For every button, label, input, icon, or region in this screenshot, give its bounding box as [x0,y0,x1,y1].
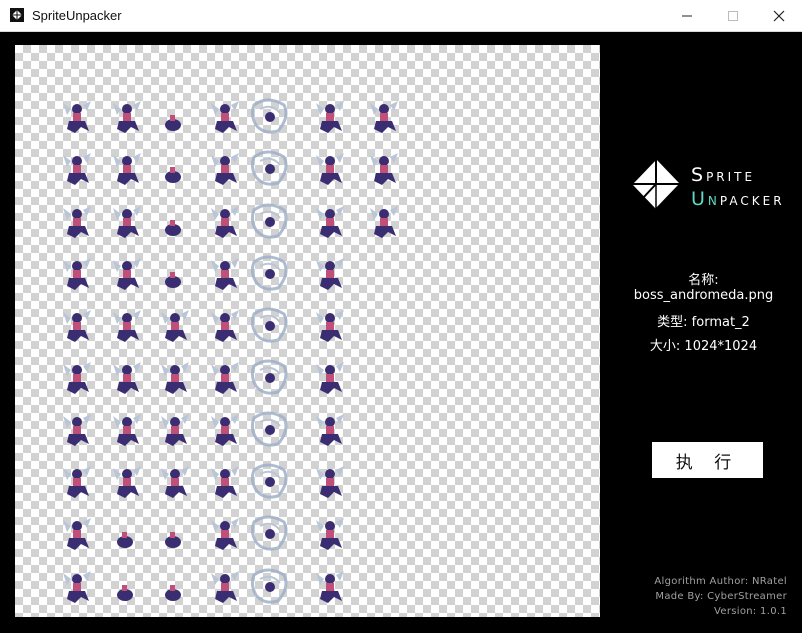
sprite-frame [211,206,239,238]
sprite-frame [316,414,344,446]
sprite-frame [316,153,344,185]
side-panel: SPRITE UNPACKER 名称: boss_andromeda.png 类… [605,32,802,633]
sprite-frame [63,414,91,446]
sprite-frame [63,571,91,603]
sprite-frame [63,518,91,550]
sprite-frame [316,571,344,603]
sprite-frame [316,466,344,498]
sprite-frame [211,571,239,603]
close-icon [773,10,785,21]
sprite-frame [113,206,141,238]
sprite-frame [316,362,344,394]
logo-letters: PRITE [706,170,756,184]
minimize-button[interactable] [664,0,710,31]
maximize-button[interactable] [710,0,756,31]
sprite-frame [165,272,181,288]
sprite-frame [211,414,239,446]
minimize-icon [682,15,692,16]
sprite-frame [63,310,91,342]
app-logo-icon [10,8,24,22]
sprite-frame [370,206,398,238]
credits-author: Algorithm Author: NRatel [654,576,787,587]
sprite-frame [63,153,91,185]
sprite-frame [165,532,181,548]
file-type: 类型: format_2 [657,315,750,330]
file-size: 大小: 1024*1024 [649,339,758,354]
sprite-frame [211,101,239,133]
title-bar[interactable]: SpriteUnpacker [0,0,802,32]
sprite-frame [161,466,189,498]
sprite-frame [211,518,239,550]
sprite-frame [117,585,133,601]
sprite-frame [211,466,239,498]
sprite-sheet-preview [15,45,600,617]
sprite-frame [250,568,288,604]
close-button[interactable] [756,0,802,31]
execute-button[interactable]: 执 行 [652,442,763,478]
sprite-frame [211,153,239,185]
sprite-frame [113,258,141,290]
sprite-frame [316,310,344,342]
sprite-frame [113,101,141,133]
sprite-frame [250,463,288,499]
sprite-frame [250,411,288,447]
sprite-frame [211,362,239,394]
sprite-frame [113,362,141,394]
sprite-frame [63,101,91,133]
sprite-frame [250,359,288,395]
logo-text-unpacker: UNPACKER [691,188,785,210]
maximize-icon [728,10,738,21]
sprite-frame [250,515,288,551]
main-area: SPRITE UNPACKER 名称: boss_andromeda.png 类… [0,32,802,633]
sprite-frame [63,206,91,238]
sprite-frame [63,466,91,498]
sprite-frame [161,310,189,342]
sprite-unpacker-logo-icon [631,158,681,210]
sprite-frame [250,98,288,134]
sprite-frame [165,115,181,131]
sprite-frame [165,220,181,236]
sprite-frame [113,310,141,342]
sprite-frame [211,258,239,290]
logo-letter-accent: N [707,194,720,208]
window-title: SpriteUnpacker [32,8,122,23]
credits-version: Version: 1.0.1 [714,606,787,617]
sprite-frame [117,532,133,548]
sprite-frame [63,362,91,394]
sprite-frame [161,414,189,446]
logo-letter: S [691,164,707,186]
sprite-frame [113,466,141,498]
file-name: boss_andromeda.png [633,288,774,303]
logo-letters: PACKER [719,194,785,208]
sprite-frame [316,101,344,133]
sprite-frame [113,414,141,446]
name-label: 名称: [688,273,719,288]
credits-maker: Made By: CyberStreamer [655,591,787,602]
sprite-frame [250,203,288,239]
logo-text-sprite: SPRITE [691,164,755,186]
sprite-frame [165,167,181,183]
sprite-frame [316,258,344,290]
sprite-frame [113,153,141,185]
sprite-frame [250,150,288,186]
sprite-frame [316,206,344,238]
sprite-frame [63,258,91,290]
sprite-frame [370,101,398,133]
sprite-frame [316,518,344,550]
sprite-frame [370,153,398,185]
sprite-frame [211,310,239,342]
sprite-frame [165,585,181,601]
sprite-frame [250,255,288,291]
logo-letter: U [691,188,708,210]
sprite-frame [250,307,288,343]
sprite-frame [161,362,189,394]
